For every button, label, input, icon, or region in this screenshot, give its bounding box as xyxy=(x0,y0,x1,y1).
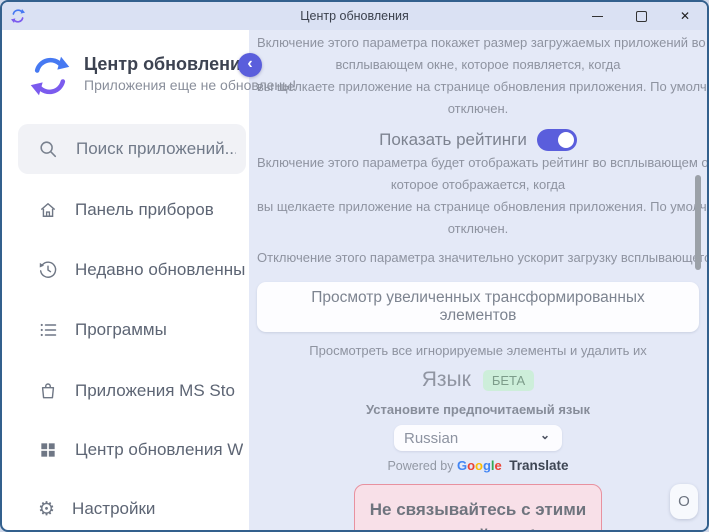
sidebar-item-label: Настройки xyxy=(72,499,156,518)
sidebar-item-ms-store-apps[interactable]: Приложения MS Sto xyxy=(2,374,249,408)
title-bar: Центр обновления ✕ xyxy=(2,2,707,30)
sidebar-item-label: Приложения MS Sto xyxy=(75,381,235,400)
language-heading: Язык xyxy=(421,368,471,391)
chevron-left-icon: ‹ xyxy=(247,55,253,72)
o-floating-button[interactable]: O xyxy=(670,484,698,519)
search-input[interactable] xyxy=(74,138,238,160)
sidebar-item-settings[interactable]: ⚙ Настройки xyxy=(2,492,249,526)
grid-icon xyxy=(41,443,55,457)
setting-description-line: отключен. xyxy=(447,221,509,236)
google-letter: o xyxy=(475,458,483,473)
sidebar: Центр обновления Приложения еще не обнов… xyxy=(2,30,296,530)
settings-panel: Включение этого параметра покажет размер… xyxy=(249,30,707,530)
sidebar-collapse-button[interactable]: ‹ xyxy=(238,53,262,77)
warning-box: Не связывайтесь с этими настройками! xyxy=(354,484,602,530)
app-title: Центр обновления xyxy=(84,54,252,74)
setting-description-line: всплывающем окне, которое появляется, ко… xyxy=(335,57,621,72)
scrollbar-thumb[interactable] xyxy=(695,175,701,270)
list-icon xyxy=(40,323,57,337)
app-logo-sync-icon xyxy=(30,56,70,96)
setting-description-line: вы щелкаете приложение на странице обнов… xyxy=(257,199,707,214)
home-icon xyxy=(40,203,56,217)
sidebar-item-label: Центр обновления W xyxy=(75,440,244,459)
google-letter: g xyxy=(482,458,491,473)
powered-by-line: Powered by Google Translate xyxy=(257,457,699,475)
warning-text: Не связывайтесь с этими настройками! xyxy=(369,500,587,530)
setting-description-line: Включение этого параметра будет отобража… xyxy=(257,155,707,170)
google-letter: e xyxy=(494,458,502,473)
translate-wordmark: Translate xyxy=(509,458,569,473)
app-window: Центр обновления ✕ Включение этого парам… xyxy=(0,0,709,532)
powered-by-text: Powered by xyxy=(387,459,454,473)
show-ratings-label: Показать рейтинги xyxy=(379,130,527,149)
app-subtitle: Приложения еще не обновлены! xyxy=(84,77,297,93)
minimize-icon xyxy=(591,15,603,17)
transform-caption: Просмотреть все игнорируемые элементы и … xyxy=(309,343,647,358)
language-select[interactable]: Russian xyxy=(394,425,562,451)
sidebar-item-recently-updated[interactable]: Недавно обновленны xyxy=(2,253,249,287)
show-ratings-toggle[interactable] xyxy=(536,129,577,151)
gear-icon: ⚙ xyxy=(38,498,56,520)
search-icon xyxy=(40,141,57,158)
history-icon xyxy=(39,261,57,278)
beta-badge: БЕТА xyxy=(482,369,535,391)
google-logo: Google xyxy=(456,458,505,473)
language-caption: Установите предпочитаемый язык xyxy=(366,402,590,417)
google-letter: o xyxy=(467,458,476,473)
bag-icon xyxy=(41,383,55,399)
search-box[interactable] xyxy=(18,124,246,174)
maximize-button[interactable] xyxy=(619,2,663,30)
google-letter: G xyxy=(456,458,468,473)
toggle-knob xyxy=(557,132,574,148)
minimize-button[interactable] xyxy=(575,2,619,30)
sidebar-item-windows-update[interactable]: Центр обновления W xyxy=(2,433,249,467)
maximize-icon xyxy=(635,10,647,22)
setting-description-line: Отключение этого параметра значительно у… xyxy=(257,250,707,265)
close-icon: ✕ xyxy=(679,9,691,23)
setting-description-line: которое отображается, когда xyxy=(390,177,566,192)
setting-description-line: вы щелкаете приложение на странице обнов… xyxy=(257,79,707,94)
sidebar-item-dashboard[interactable]: Панель приборов xyxy=(2,193,249,227)
setting-description-line: Включение этого параметра покажет размер… xyxy=(257,35,706,50)
o-button-label: O xyxy=(678,493,690,510)
close-button[interactable]: ✕ xyxy=(663,2,707,30)
view-transformed-items-button[interactable]: Просмотр увеличенных трансформированных … xyxy=(257,282,699,332)
sidebar-item-label: Программы xyxy=(75,320,167,339)
sidebar-item-label: Недавно обновленны xyxy=(75,260,246,279)
sidebar-item-label: Панель приборов xyxy=(75,200,214,219)
sidebar-item-programs[interactable]: Программы xyxy=(2,313,249,347)
setting-description-line: отключен. xyxy=(447,101,509,116)
